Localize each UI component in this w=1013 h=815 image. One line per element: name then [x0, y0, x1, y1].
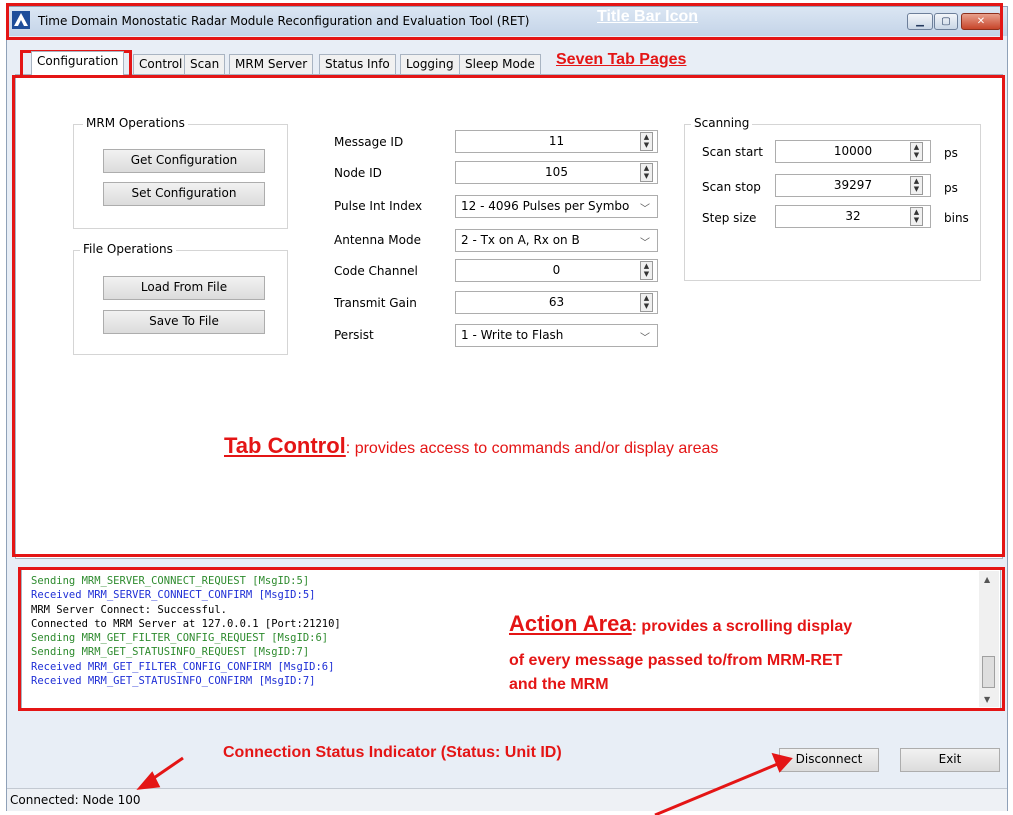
annotation-arrows: [136, 752, 793, 815]
arrow-line-disconnect: [654, 761, 781, 815]
tab-configuration[interactable]: Configuration: [31, 51, 125, 75]
arrow-head-disconnect: [771, 752, 793, 773]
